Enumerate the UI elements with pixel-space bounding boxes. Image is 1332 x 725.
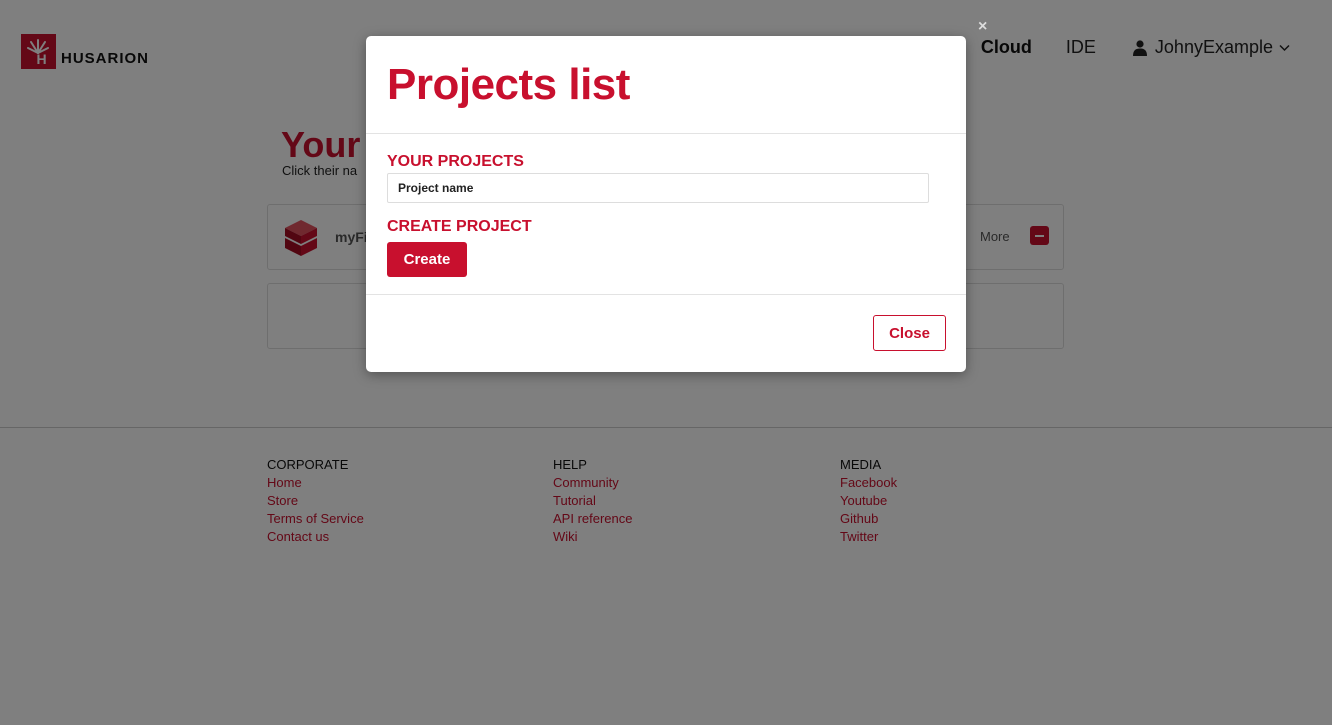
modal-title: Projects list (387, 60, 630, 109)
project-name-input[interactable] (387, 173, 929, 203)
close-button[interactable]: Close (873, 315, 946, 351)
close-icon[interactable]: × (978, 18, 987, 36)
projects-list-modal: Projects list YOUR PROJECTS CREATE PROJE… (366, 36, 966, 372)
modal-header: Projects list (366, 36, 966, 134)
create-project-heading: CREATE PROJECT (387, 218, 532, 235)
modal-footer: Close (366, 295, 966, 372)
modal-body: YOUR PROJECTS CREATE PROJECT Create (366, 134, 966, 295)
create-button[interactable]: Create (387, 242, 467, 277)
your-projects-heading: YOUR PROJECTS (387, 153, 524, 170)
